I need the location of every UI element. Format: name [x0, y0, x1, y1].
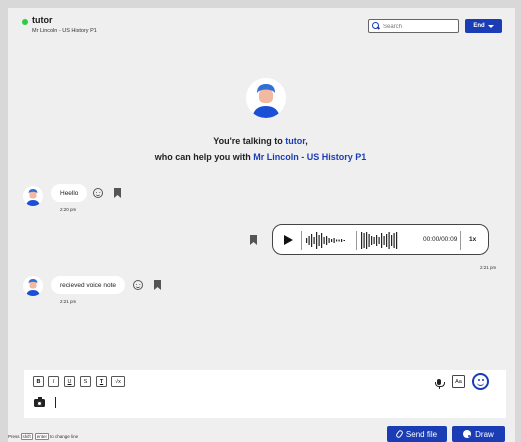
end-session-button[interactable]: End	[465, 19, 502, 33]
italic-button[interactable]: I	[48, 376, 59, 387]
message-composer: B I U S T √x Aa	[24, 370, 506, 418]
keyboard-hint: Press shift enter to change line	[8, 433, 79, 440]
send-file-label: Send file	[405, 429, 438, 439]
react-emoji-icon[interactable]	[93, 188, 103, 198]
send-file-button[interactable]: Send file	[387, 426, 447, 442]
paperclip-icon	[395, 429, 404, 439]
intro-tutor-name: tutor	[285, 136, 306, 146]
search-field[interactable]	[368, 19, 459, 33]
message-time: 2:21 pm	[60, 299, 77, 304]
underline-button[interactable]: U	[64, 376, 75, 387]
draw-label: Draw	[475, 429, 494, 439]
chevron-down-icon	[487, 24, 494, 28]
search-input[interactable]	[383, 22, 455, 31]
bold-button[interactable]: B	[33, 376, 44, 387]
font-size-button[interactable]: Aa	[452, 375, 465, 388]
math-formula-button[interactable]: √x	[111, 376, 125, 387]
tutor-avatar-small	[23, 276, 43, 296]
message-text: recieved voice note	[60, 281, 117, 289]
message-bubble[interactable]: recieved voice note	[51, 276, 126, 294]
react-emoji-icon[interactable]	[133, 280, 143, 290]
end-button-label: End	[473, 23, 485, 29]
draw-button[interactable]: Draw	[452, 426, 505, 442]
class-subtitle: Mr Lincoln - US History P1	[32, 28, 97, 34]
clear-format-button[interactable]: T	[96, 376, 107, 387]
message-time: 2:20 pm	[60, 207, 77, 212]
waveform-icon[interactable]	[361, 231, 401, 250]
tutor-avatar	[246, 78, 286, 118]
message-text: Heello	[60, 189, 79, 197]
voice-note-player: 00:00/00:09 1x	[272, 224, 489, 255]
waveform-icon[interactable]	[306, 231, 351, 250]
strikethrough-button[interactable]: S	[80, 376, 91, 387]
text-input[interactable]	[55, 397, 56, 408]
tutor-avatar-small	[23, 186, 43, 206]
voice-duration: 00:00/00:09	[423, 236, 458, 243]
message-bubble[interactable]: Heello	[51, 184, 88, 202]
play-icon[interactable]	[284, 235, 293, 245]
microphone-icon[interactable]	[435, 379, 445, 389]
playback-speed-button[interactable]: 1x	[469, 236, 476, 243]
tutor-name: tutor	[32, 15, 53, 25]
emoji-icon[interactable]	[472, 373, 489, 390]
online-status-dot	[22, 19, 28, 25]
intro-line-1: You're talking to tutor,	[213, 136, 308, 146]
divider	[460, 231, 461, 250]
palette-icon	[463, 430, 472, 438]
search-icon	[372, 22, 380, 30]
intro-subject: Mr Lincoln - US History P1	[253, 152, 367, 162]
divider	[301, 231, 302, 250]
chat-header: tutor Mr Lincoln - US History P1 End	[8, 8, 515, 42]
camera-icon[interactable]	[34, 397, 45, 407]
message-time: 2:21 pm	[480, 265, 497, 270]
intro-line-2: who can help you with Mr Lincoln - US Hi…	[154, 152, 367, 162]
divider	[356, 231, 357, 250]
